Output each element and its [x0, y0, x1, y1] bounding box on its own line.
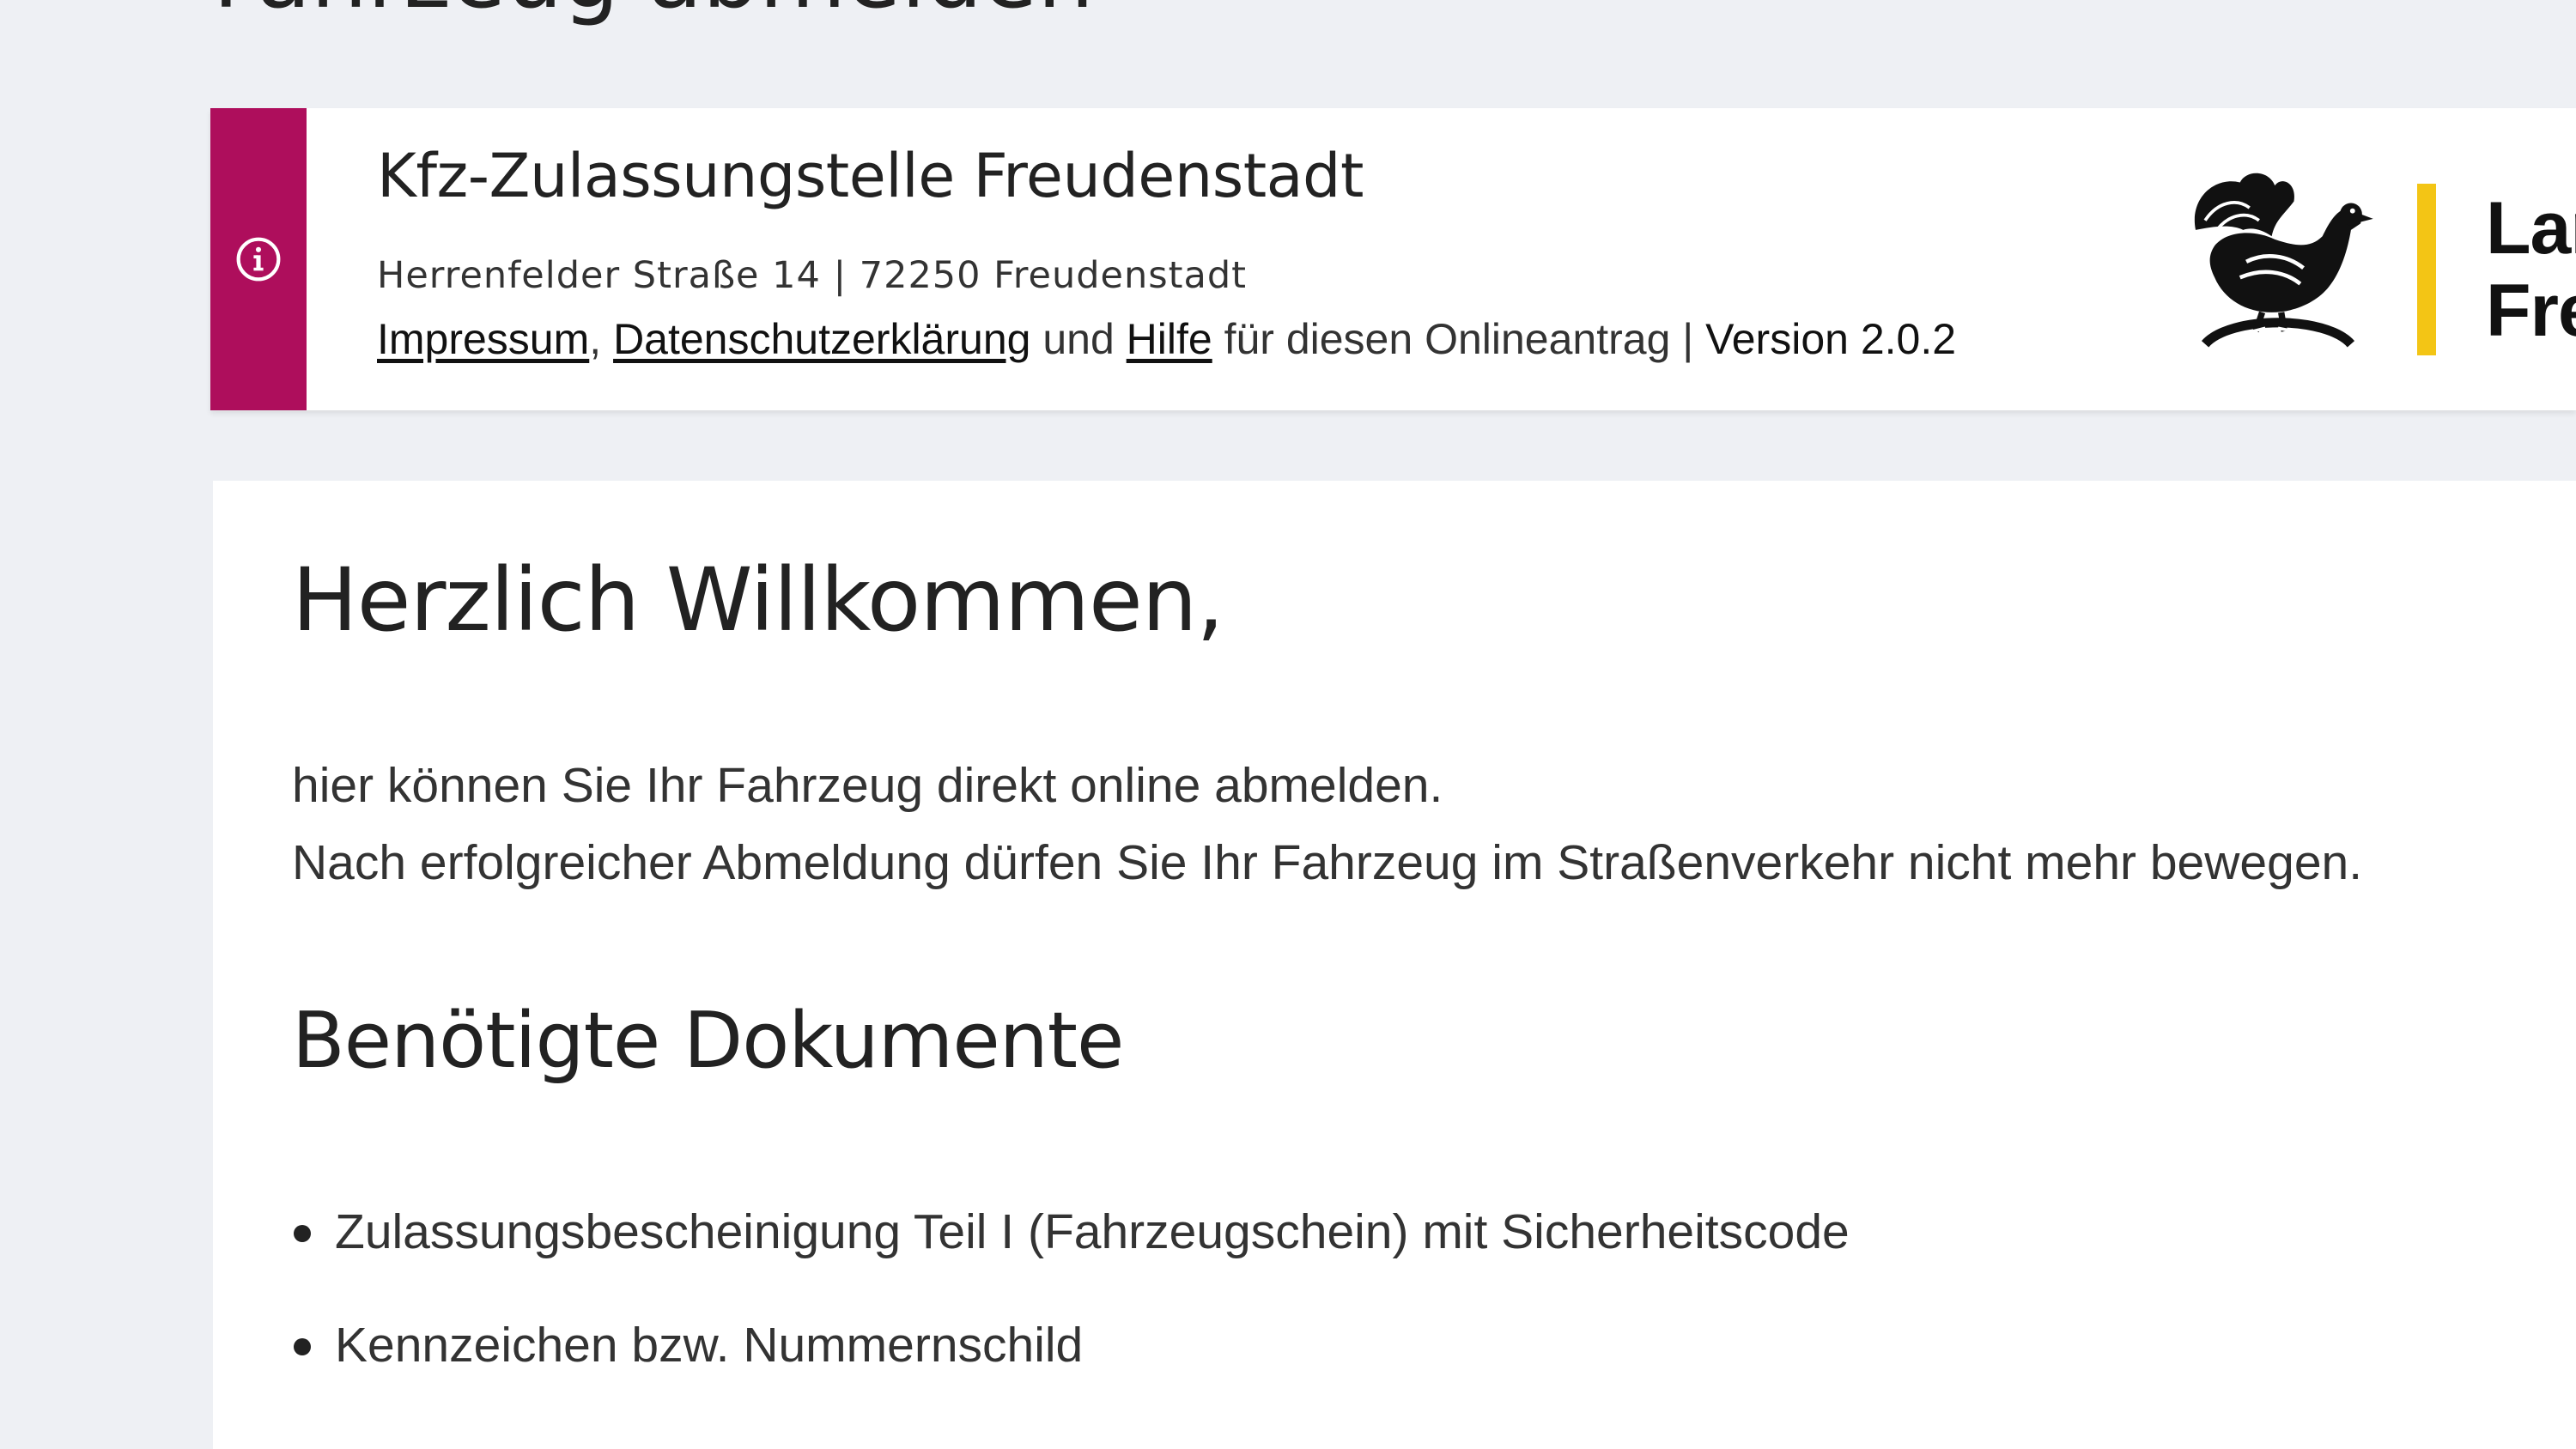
links-separator: ,	[589, 315, 614, 363]
capercaillie-logo-icon	[2194, 173, 2373, 348]
documents-list: Zulassungsbescheinigung Teil I (Fahrzeug…	[292, 1202, 1850, 1428]
office-name: Kfz-Zulassungstelle Freudenstadt	[377, 141, 1364, 211]
office-info-banner: Kfz-Zulassungstelle Freudenstadt Herrenf…	[210, 108, 2576, 410]
district-logo: Landkr Freude	[2180, 158, 2576, 381]
impressum-link[interactable]: Impressum	[377, 315, 589, 363]
logo-line-2: Freude	[2486, 270, 2576, 352]
links-connector: und	[1030, 315, 1127, 363]
version-label: Version 2.0.2	[1705, 315, 1957, 363]
intro-text: hier können Sie Ihr Fahrzeug direkt onli…	[292, 747, 2362, 901]
info-stripe	[210, 108, 307, 410]
intro-line-1: hier können Sie Ihr Fahrzeug direkt onli…	[292, 758, 1443, 813]
intro-line-2: Nach erfolgreicher Abmeldung dürfen Sie …	[292, 835, 2363, 890]
page: Fahrzeug abmelden Kfz-Zulassungstelle Fr…	[0, 0, 2576, 1449]
info-icon	[236, 237, 281, 282]
datenschutz-link[interactable]: Datenschutzerklärung	[613, 315, 1030, 363]
page-title: Fahrzeug abmelden	[213, 0, 1094, 21]
office-address: Herrenfelder Straße 14 | 72250 Freudenst…	[377, 254, 1247, 297]
hilfe-link[interactable]: Hilfe	[1127, 315, 1212, 363]
documents-heading: Benötigte Dokumente	[292, 996, 1124, 1086]
list-item: Kennzeichen bzw. Nummernschild	[292, 1315, 1850, 1428]
office-links: Impressum, Datenschutzerklärung und Hilf…	[377, 314, 1956, 364]
logo-divider	[2417, 184, 2436, 355]
logo-wordmark: Landkr Freude	[2486, 187, 2576, 353]
main-content-card: Herzlich Willkommen, hier können Sie Ihr…	[213, 481, 2576, 1449]
links-suffix: für diesen Onlineantrag |	[1212, 315, 1706, 363]
list-item: Zulassungsbescheinigung Teil I (Fahrzeug…	[292, 1202, 1850, 1315]
welcome-heading: Herzlich Willkommen,	[292, 549, 1224, 652]
logo-line-1: Landkr	[2486, 186, 2576, 270]
office-info-body: Kfz-Zulassungstelle Freudenstadt Herrenf…	[307, 108, 2576, 410]
